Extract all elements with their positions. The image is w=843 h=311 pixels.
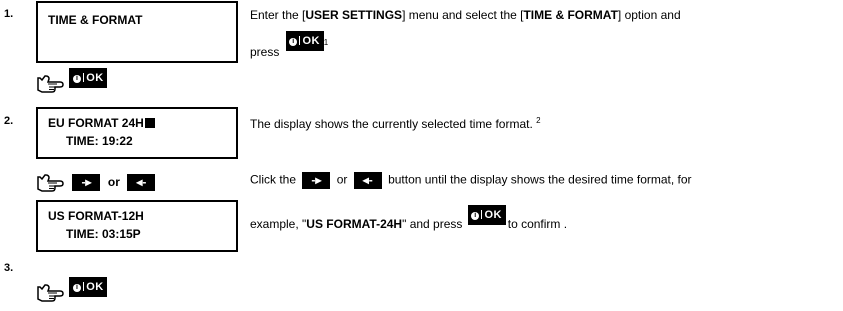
lcd-line: TIME & FORMAT: [48, 13, 143, 27]
next-arrow-button[interactable]: -▸: [72, 173, 101, 191]
cursor-block-icon: [144, 118, 155, 128]
step-number: 2.: [4, 115, 14, 127]
click-instruction-cont: example, "US FORMAT-24H" and press i OK t…: [250, 205, 567, 231]
ok-button[interactable]: i OK: [69, 277, 108, 297]
pointing-hand-icon: [37, 174, 64, 192]
step-number: 1.: [4, 8, 14, 20]
ok-button[interactable]: i OK: [285, 30, 324, 51]
ok-button[interactable]: i OK: [467, 205, 506, 225]
info-icon: i: [73, 75, 82, 83]
step-description: The display shows the currently selected…: [250, 116, 541, 131]
info-icon: i: [289, 37, 298, 46]
press-instruction: i OK: [36, 68, 108, 94]
back-arrow-button[interactable]: ◂-: [127, 173, 156, 191]
or-label: or: [107, 175, 120, 190]
step-description: Enter the [USER SETTINGS] menu and selec…: [250, 8, 681, 22]
press-instruction: -▸ or ◂-: [36, 171, 156, 193]
info-icon: i: [73, 284, 82, 292]
step-description-cont: press i OK 1: [250, 30, 328, 59]
ok-button[interactable]: i OK: [69, 68, 108, 88]
lcd-display: TIME & FORMAT: [36, 1, 238, 63]
next-arrow-button[interactable]: -▸: [302, 172, 331, 189]
lcd-line: TIME: 19:22: [66, 134, 133, 148]
click-instruction: Click the -▸ or ◂- button until the disp…: [250, 172, 692, 189]
step-number: 3.: [4, 262, 14, 274]
pointing-hand-icon: [37, 75, 64, 93]
pointing-hand-icon: [37, 284, 64, 302]
back-arrow-button[interactable]: ◂-: [353, 172, 382, 189]
info-icon: i: [471, 212, 480, 220]
lcd-display: EU FORMAT 24H TIME: 19:22: [36, 107, 238, 159]
lcd-display: US FORMAT-12H TIME: 03:15P: [36, 200, 238, 252]
lcd-line: TIME: 03:15P: [66, 227, 141, 241]
lcd-line: EU FORMAT 24H: [48, 116, 226, 130]
press-instruction: i OK: [36, 277, 108, 303]
lcd-line: US FORMAT-12H: [48, 209, 144, 223]
